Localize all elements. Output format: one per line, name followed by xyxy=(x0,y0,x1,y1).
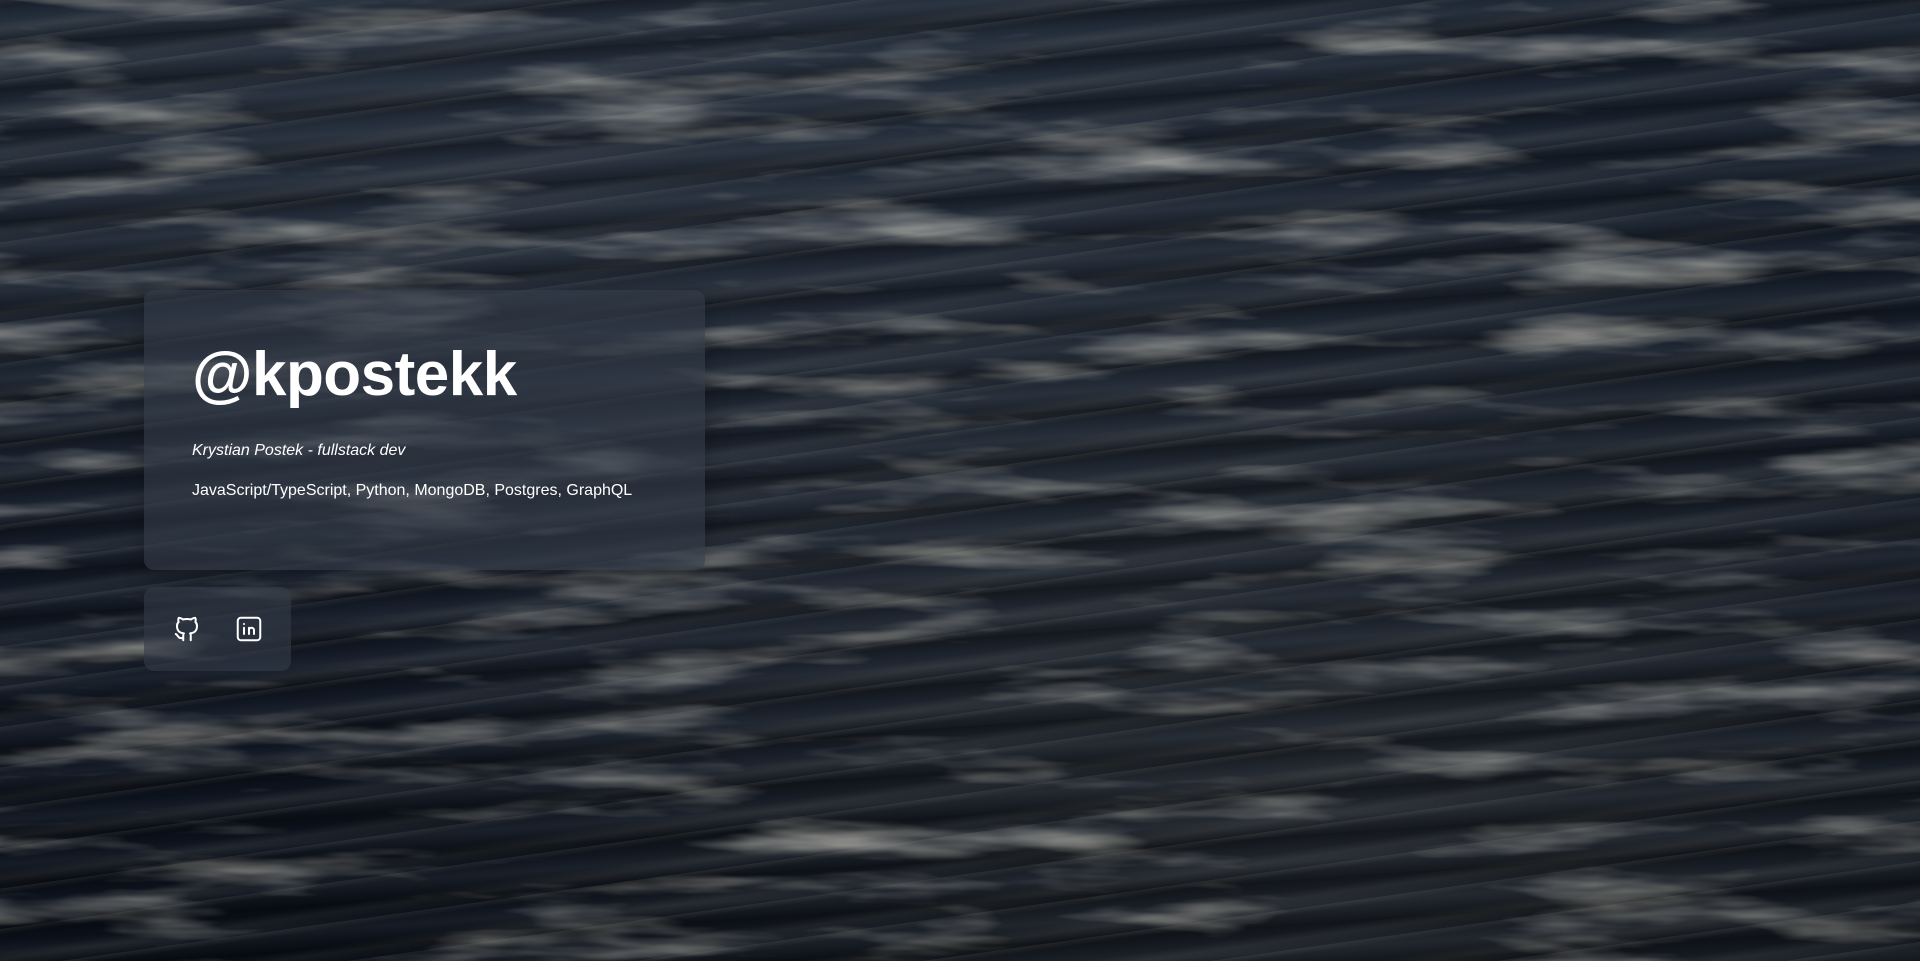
github-icon xyxy=(172,614,202,644)
github-link[interactable] xyxy=(172,614,202,644)
linkedin-icon xyxy=(234,614,264,644)
profile-skills: JavaScript/TypeScript, Python, MongoDB, … xyxy=(192,482,633,499)
profile-card: @kpostekk Krystian Postek - fullstack de… xyxy=(144,290,705,570)
linkedin-link[interactable] xyxy=(234,614,264,644)
social-links xyxy=(144,587,291,671)
profile-tagline: Krystian Postek - fullstack dev xyxy=(192,442,406,459)
profile-handle: @kpostekk xyxy=(192,340,517,409)
